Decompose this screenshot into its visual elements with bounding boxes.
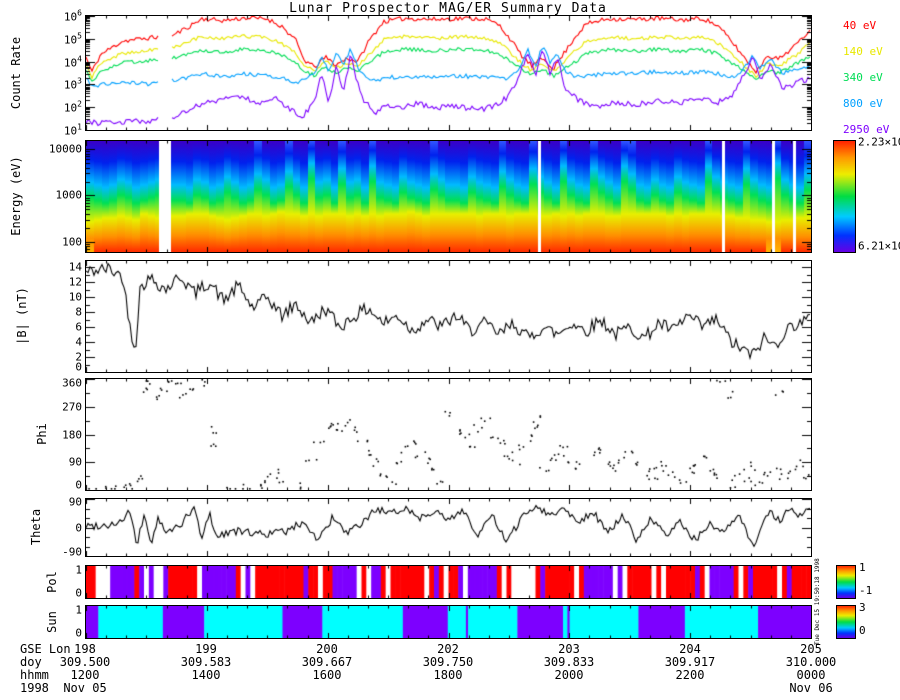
tick-label: 360 — [62, 376, 82, 390]
time-axis-value-doy: 309.833 — [543, 655, 595, 669]
time-axis-value-hhmm: 1600 — [312, 668, 342, 682]
b-field-panel — [85, 260, 812, 373]
tick-label: 1000 — [55, 188, 83, 202]
theta-canvas — [86, 499, 811, 556]
legend-item-40ev: 40 eV — [843, 19, 877, 32]
ylabel-count-rate: Count Rate — [9, 36, 23, 110]
sun-colorbar-min-label: 0 — [859, 624, 866, 637]
sun-colorbar — [836, 605, 856, 639]
legend-item-340ev: 340 eV — [843, 71, 883, 84]
legend-item-140ev: 140 eV — [843, 45, 883, 58]
plot-timestamp: Tue Dec 15 19:50:18 1998 — [814, 558, 821, 645]
tick-label: 0 — [75, 586, 82, 600]
tick-label: -90 — [62, 545, 82, 559]
count-rate-panel — [85, 15, 812, 131]
tick-label: 0 — [75, 626, 82, 640]
spectrogram-colorbar — [833, 140, 856, 253]
time-axis-value-gse_lon: 203 — [558, 642, 580, 656]
time-axis-value-hhmm: 1800 — [433, 668, 463, 682]
pol-colorbar — [836, 565, 856, 599]
time-axis-value-doy: 309.583 — [180, 655, 232, 669]
axis-row-label-year: 1998 — [20, 681, 49, 695]
sun-colorbar-max-label: 3 — [859, 601, 866, 614]
tick-label: 6 — [75, 320, 82, 334]
time-axis-value-doy: 309.500 — [59, 655, 111, 669]
tick-label: 4 — [75, 335, 82, 349]
time-axis-value-hhmm: 2200 — [675, 668, 705, 682]
tick-label: 106 — [63, 8, 82, 24]
time-axis-value-gse_lon: 204 — [679, 642, 701, 656]
time-axis-value-doy: 309.917 — [664, 655, 716, 669]
ylabel-energy: Energy (eV) — [9, 156, 23, 236]
time-axis-value-date: Nov 05 — [63, 681, 107, 695]
time-axis-value-hhmm: 2000 — [554, 668, 584, 682]
tick-label: 102 — [63, 99, 82, 115]
b-field-canvas — [86, 261, 811, 372]
ylabel-b-field: |B| (nT) — [15, 287, 29, 345]
time-axis-value-hhmm: 0000 — [796, 668, 826, 682]
tick-label: 104 — [63, 54, 82, 69]
tick-label: 2 — [75, 350, 82, 364]
time-axis-value-gse_lon: 199 — [195, 642, 217, 656]
phi-canvas — [86, 379, 811, 490]
tick-label: 90 — [68, 495, 82, 509]
time-axis-value-gse_lon: 202 — [437, 642, 459, 656]
sun-canvas — [86, 606, 811, 638]
time-axis-value-hhmm: 1200 — [70, 668, 100, 682]
axis-row-label-doy: doy — [20, 655, 42, 669]
pol-colorbar-gradient — [837, 566, 855, 598]
ylabel-pol: Pol — [45, 571, 59, 593]
axis-row-label-hhmm: hhmm — [20, 668, 49, 682]
spectrogram-panel — [85, 140, 812, 253]
tick-label: 101 — [63, 122, 82, 138]
pol-canvas — [86, 566, 811, 598]
colorbar-max-label: 2.23×106 — [858, 135, 900, 149]
energy-legend: 40 eV 140 eV 340 eV 800 eV 2950 eV — [843, 15, 900, 136]
ylabel-theta: Theta — [29, 508, 43, 546]
time-axis-value-gse_lon: 200 — [316, 642, 338, 656]
figure: Lunar Prospector MAG/ER Summary Data Cou… — [0, 0, 900, 700]
axis-row-label-gse-lon: GSE Lon — [20, 642, 71, 656]
ylabel-phi: Phi — [35, 423, 49, 445]
tick-label: 90 — [68, 455, 82, 469]
tick-label: 103 — [63, 77, 82, 92]
time-axis-value-doy: 310.000 — [785, 655, 837, 669]
tick-label: 100 — [62, 235, 82, 249]
sun-colorbar-gradient — [837, 606, 855, 638]
time-axis-value-doy: 309.667 — [301, 655, 353, 669]
time-axis-value-date: Nov 06 — [789, 681, 833, 695]
tick-label: 8 — [75, 305, 82, 319]
tick-label: 14 — [68, 260, 82, 274]
ylabel-sun: Sun — [45, 611, 59, 633]
tick-label: 105 — [63, 31, 82, 47]
tick-label: 0 — [75, 521, 82, 534]
tick-label: 10000 — [48, 142, 82, 156]
legend-item-800ev: 800 eV — [843, 97, 883, 110]
theta-panel — [85, 498, 812, 557]
tick-label: 270 — [62, 400, 82, 414]
time-axis: GSE Lon doy hhmm 1998 198 309.500 1200 Nov … — [0, 640, 900, 700]
count-rate-canvas — [86, 16, 811, 130]
tick-label: 0 — [75, 478, 82, 492]
spectrogram-colorbar-gradient — [834, 141, 855, 252]
time-axis-value-doy: 309.750 — [422, 655, 474, 669]
tick-label: 180 — [62, 428, 82, 441]
tick-label: 1 — [75, 563, 82, 577]
time-axis-value-gse_lon: 198 — [74, 642, 96, 656]
tick-label: 1 — [75, 603, 82, 617]
tick-label: 10 — [68, 290, 82, 304]
pol-panel — [85, 565, 812, 599]
spectrogram-canvas — [86, 141, 811, 252]
colorbar-min-label: 6.21×100 — [858, 239, 900, 253]
time-axis-value-gse_lon: 205 — [800, 642, 822, 656]
tick-label: 12 — [68, 275, 82, 289]
sun-panel — [85, 605, 812, 639]
phi-panel — [85, 378, 812, 491]
pol-colorbar-min-label: -1 — [859, 584, 873, 597]
pol-colorbar-max-label: 1 — [859, 561, 866, 574]
figure-title: Lunar Prospector MAG/ER Summary Data — [289, 1, 607, 16]
time-axis-value-hhmm: 1400 — [191, 668, 221, 682]
